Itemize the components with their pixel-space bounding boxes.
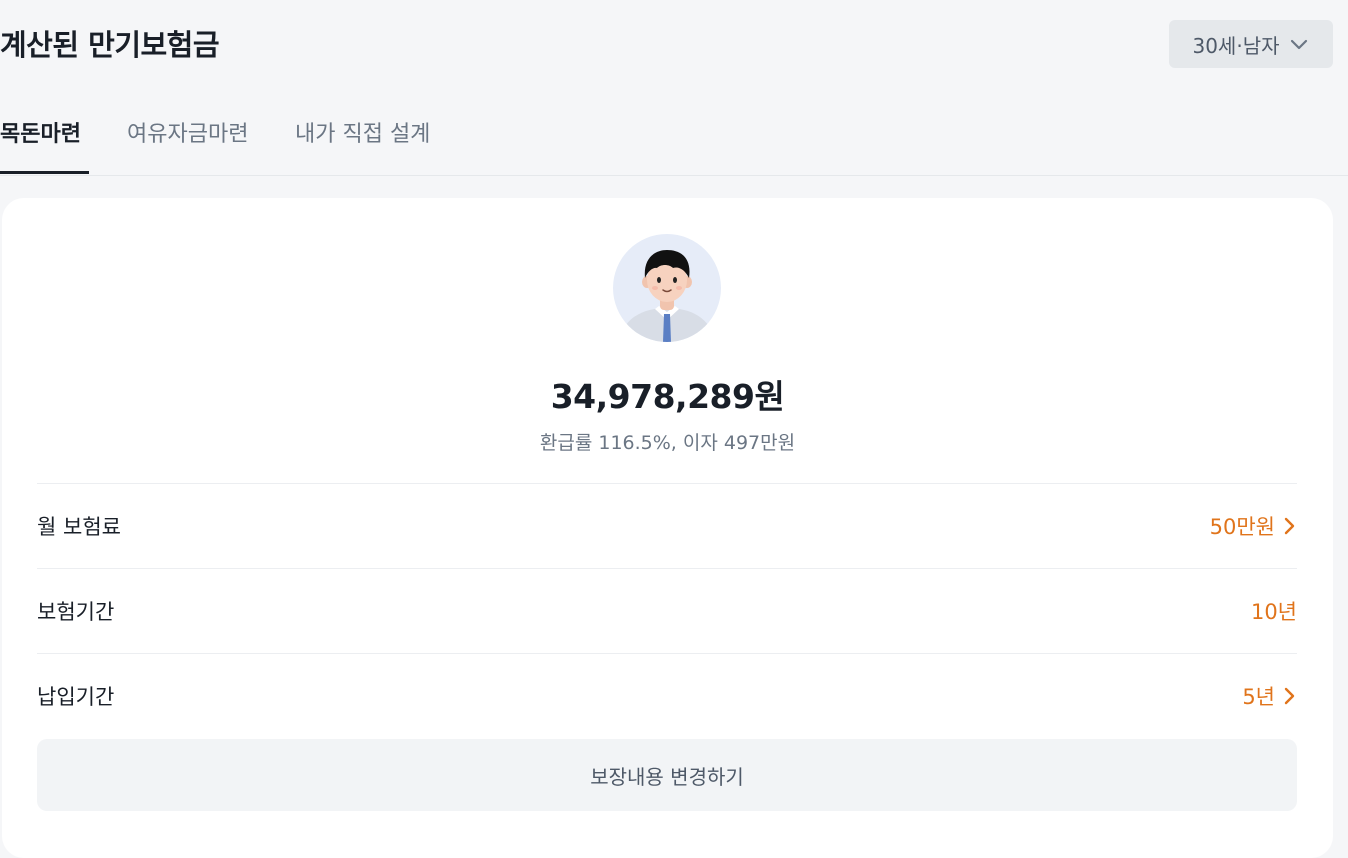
- row-label: 납입기간: [37, 685, 115, 709]
- tab-spare-funds[interactable]: 여유자금마련: [127, 116, 248, 174]
- change-coverage-button[interactable]: 보장내용 변경하기: [37, 739, 1297, 811]
- page-header: 계산된 만기보험금 30세·남자: [0, 0, 1348, 90]
- row-value-text: 50만원: [1209, 515, 1275, 539]
- row-value-text: 10년: [1250, 600, 1297, 624]
- chevron-down-icon: [1288, 33, 1310, 55]
- chevron-right-icon: [1281, 516, 1297, 536]
- page-title: 계산된 만기보험금: [0, 28, 220, 62]
- monthly-premium-value[interactable]: 50만원: [1210, 511, 1297, 541]
- payment-period-value[interactable]: 5년: [1242, 681, 1297, 711]
- tab-lump-sum[interactable]: 목돈마련: [0, 116, 89, 174]
- age-gender-select-value: 30세·남자: [1192, 33, 1280, 58]
- tab-custom-design[interactable]: 내가 직접 설계: [295, 116, 430, 174]
- row-monthly-premium[interactable]: 월 보험료 50만원: [37, 483, 1297, 568]
- chevron-right-icon: [1281, 686, 1297, 706]
- age-gender-select[interactable]: 30세·남자: [1169, 20, 1333, 68]
- row-payment-period[interactable]: 납입기간 5년: [37, 653, 1297, 738]
- condition-list: 월 보험료 50만원 보험기간 10년 납입기간 5년: [37, 483, 1297, 738]
- result-card: 34,978,289원 환급률 116.5%, 이자 497만원 월 보험료 5…: [2, 198, 1333, 858]
- insurance-period-value: 10년: [1251, 596, 1297, 626]
- tab-bar: 목돈마련 여유자금마련 내가 직접 설계: [0, 100, 1348, 176]
- maturity-amount: 34,978,289원: [550, 377, 785, 416]
- refund-rate-interest: 환급률 116.5%, 이자 497만원: [539, 432, 796, 454]
- row-label: 월 보험료: [37, 515, 121, 539]
- row-label: 보험기간: [37, 600, 115, 624]
- row-value-text: 5년: [1242, 685, 1275, 709]
- person-avatar-icon: [613, 234, 721, 342]
- row-insurance-period: 보험기간 10년: [37, 568, 1297, 653]
